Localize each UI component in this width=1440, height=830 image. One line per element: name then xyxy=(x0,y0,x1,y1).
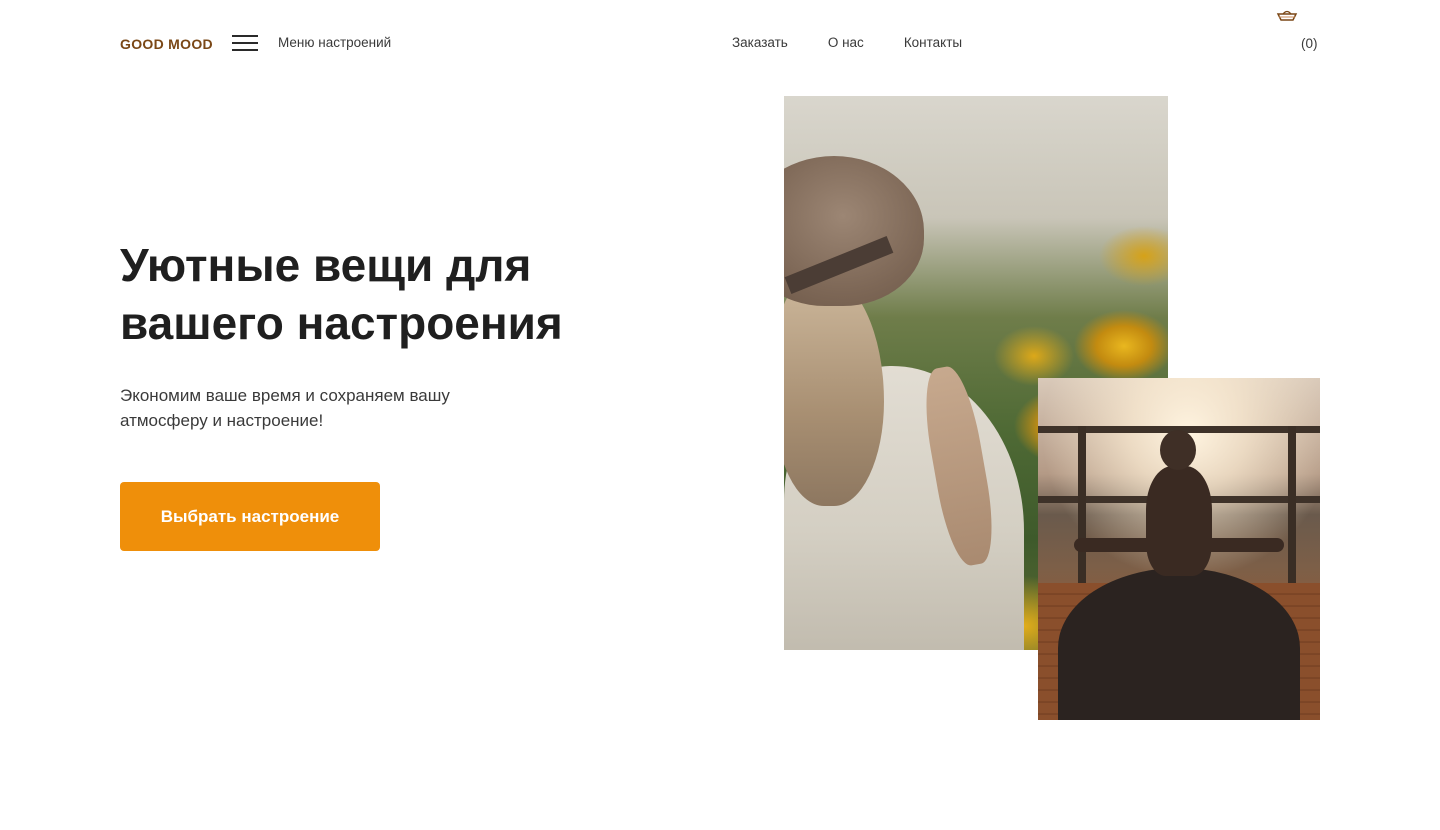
photo-shape xyxy=(1146,466,1212,576)
hamburger-line xyxy=(232,42,258,44)
cart-count[interactable]: (0) xyxy=(1301,36,1318,51)
mood-menu-link[interactable]: Меню настроений xyxy=(278,35,391,50)
nav-link-about[interactable]: О нас xyxy=(828,35,864,50)
hero-subtitle: Экономим ваше время и сохраняем вашу атм… xyxy=(120,386,450,430)
photo-shape xyxy=(1160,430,1196,470)
hamburger-line xyxy=(232,35,258,37)
meditation-photo xyxy=(1038,378,1320,720)
page: GOOD MOOD Меню настроений Заказать О нас… xyxy=(0,0,1440,830)
photo-shape xyxy=(1078,426,1086,586)
site-header: GOOD MOOD Меню настроений Заказать О нас… xyxy=(0,0,1440,90)
photo-shape xyxy=(784,276,884,506)
hamburger-line xyxy=(232,49,258,51)
logo[interactable]: GOOD MOOD xyxy=(120,36,213,52)
hamburger-icon[interactable] xyxy=(232,34,258,52)
hero-title: Уютные вещи для вашего настроения xyxy=(120,239,563,349)
basket-icon[interactable] xyxy=(1276,10,1298,22)
choose-mood-button[interactable]: Выбрать настроение xyxy=(120,482,380,551)
photo-shape xyxy=(1058,568,1300,720)
nav-link-contacts[interactable]: Контакты xyxy=(904,35,962,50)
main-nav: Заказать О нас Контакты xyxy=(732,35,1002,50)
photo-shape xyxy=(1288,426,1296,586)
nav-link-order[interactable]: Заказать xyxy=(732,35,788,50)
